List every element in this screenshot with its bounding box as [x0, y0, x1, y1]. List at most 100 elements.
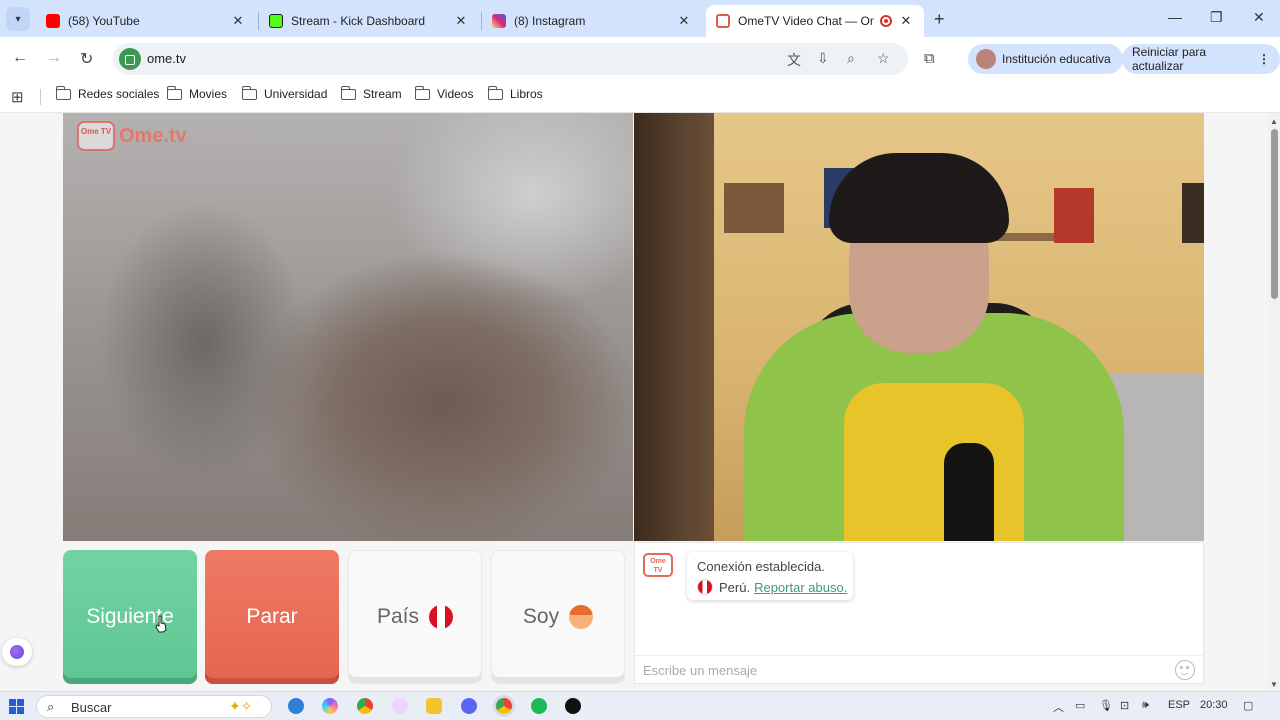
tab-title: (8) Instagram [514, 14, 586, 28]
bookmark-folder[interactable]: Stream [340, 85, 402, 101]
scroll-down-icon[interactable]: ▼ [1270, 680, 1278, 689]
tv-logo-icon: Ome TV [77, 121, 115, 151]
close-icon[interactable]: ✕ [676, 13, 692, 29]
copilot-icon[interactable] [322, 698, 338, 714]
tab-ometv[interactable]: OmeTV Video Chat — Ome ✕ [706, 5, 924, 37]
forward-button[interactable]: → [46, 49, 62, 67]
report-abuse-link[interactable]: Reportar abuso. [754, 580, 847, 595]
bookmark-folder[interactable]: Videos [414, 85, 473, 101]
file-explorer-icon[interactable] [426, 698, 442, 714]
video-bg-wardrobe [634, 113, 714, 541]
scroll-thumb[interactable] [1271, 129, 1278, 299]
edge-icon[interactable] [288, 698, 304, 714]
tab-instagram[interactable]: (8) Instagram ✕ [482, 5, 702, 37]
install-app-icon[interactable]: ⇩ [817, 50, 829, 67]
window-close-button[interactable]: ✕ [1253, 9, 1265, 26]
url-text[interactable]: ome.tv [147, 51, 186, 66]
bookmark-label: Redes sociales [78, 87, 160, 101]
youtube-icon [46, 14, 60, 28]
close-icon[interactable]: ✕ [230, 13, 246, 29]
apps-grid-icon[interactable]: ⊞ [11, 88, 24, 106]
profile-chip[interactable]: Institución educativa [968, 44, 1123, 74]
bookmark-star-icon[interactable]: ☆ [877, 50, 890, 67]
back-button[interactable]: ← [12, 49, 28, 67]
hand-cursor-icon [155, 615, 167, 633]
maximize-button[interactable]: ❐ [1210, 9, 1223, 26]
bookmark-folder[interactable]: Universidad [241, 85, 328, 101]
spotify-icon[interactable] [531, 698, 547, 714]
extension-floating-button[interactable] [2, 638, 32, 666]
close-icon[interactable]: ✕ [453, 13, 469, 29]
stranger-video: Ome TV Ome.tv [63, 113, 633, 541]
video-person-hair [829, 153, 1009, 243]
reload-button[interactable]: ↻ [80, 49, 93, 69]
tab-kick[interactable]: Stream - Kick Dashboard ✕ [259, 5, 479, 37]
chrome-icon[interactable] [357, 698, 373, 714]
minimize-button[interactable]: — [1168, 9, 1182, 25]
obs-icon[interactable] [565, 698, 581, 714]
video-bg-frame [1182, 183, 1204, 243]
zoom-icon[interactable]: ⌕ [847, 50, 855, 67]
bookmark-folder[interactable]: Redes sociales [55, 85, 160, 101]
scroll-up-icon[interactable]: ▲ [1270, 117, 1278, 126]
gender-label: Soy [522, 605, 560, 628]
microphone-icon[interactable]: 🎙︎ [1099, 699, 1113, 712]
tab-strip: ▾ (58) YouTube ✕ Stream - Kick Dashboard… [0, 0, 1280, 37]
instagram-icon [492, 14, 506, 28]
taskbar-search[interactable]: ⌕ Buscar ✦✧ [36, 695, 272, 718]
windows-start-icon[interactable] [9, 699, 24, 714]
menu-dots-icon[interactable]: ⋮ [1258, 52, 1270, 66]
chat-input-bar [635, 655, 1203, 683]
app-icon[interactable] [392, 698, 408, 714]
address-bar[interactable]: ome.tv 文 ⇩ ⌕ ☆ [113, 43, 908, 75]
avatar [976, 49, 996, 69]
peru-flag-icon [429, 605, 454, 629]
search-placeholder: Buscar [71, 700, 112, 715]
volume-icon[interactable]: 🕪︎ [1142, 699, 1149, 712]
search-icon: ⌕ [47, 699, 55, 714]
connection-status: Conexión establecida. [697, 559, 825, 574]
tray-chevron-icon[interactable]: ︿ [1053, 699, 1064, 715]
bookmark-label: Movies [189, 87, 228, 101]
language-indicator[interactable]: ESP [1168, 699, 1190, 711]
profile-label: Institución educativa [1002, 52, 1111, 66]
brain-icon [10, 645, 24, 659]
update-button[interactable]: Reiniciar para actualizar ⋮ [1122, 44, 1280, 74]
page-scrollbar[interactable]: ▲ ▼ [1268, 113, 1280, 691]
bookmark-folder[interactable]: Movies [166, 85, 228, 101]
chrome-active-icon[interactable] [496, 698, 512, 714]
folder-icon [487, 85, 503, 100]
close-icon[interactable]: ✕ [898, 13, 914, 29]
battery-icon[interactable]: ▭ [1075, 699, 1085, 712]
bookmarks-bar: ⊞ Redes sociales Movies Universidad Stre… [0, 81, 1280, 113]
ometv-logo: Ome TV Ome.tv [77, 121, 187, 151]
tab-youtube[interactable]: (58) YouTube ✕ [36, 5, 256, 37]
copilot-sparkle-icon: ✦✧ [229, 698, 253, 714]
boy-avatar-icon [569, 605, 594, 629]
tab-title: OmeTV Video Chat — Ome [738, 14, 874, 28]
next-button[interactable]: Siguiente [63, 550, 197, 684]
gender-button[interactable]: Soy [491, 550, 625, 684]
ometv-icon [716, 14, 730, 28]
site-info-icon[interactable] [119, 48, 141, 70]
stop-button[interactable]: Parar [205, 550, 339, 684]
message-input[interactable] [643, 661, 1163, 679]
translate-icon[interactable]: 文 [787, 50, 801, 70]
discord-icon[interactable] [461, 698, 477, 714]
network-icon[interactable]: ⊡ [1120, 699, 1129, 712]
new-tab-button[interactable]: + [934, 9, 945, 30]
video-person-shell [844, 383, 1024, 541]
country-label: País [376, 605, 420, 628]
divider [40, 89, 41, 105]
extensions-icon[interactable]: ⧉ [924, 50, 935, 67]
tab-title: Stream - Kick Dashboard [291, 14, 426, 28]
bookmark-folder[interactable]: Libros [487, 85, 543, 101]
notifications-icon[interactable]: ▢ [1243, 699, 1253, 712]
update-label: Reiniciar para actualizar [1132, 45, 1207, 73]
tab-search-button[interactable]: ▾ [6, 7, 30, 31]
clock[interactable]: 20:30 [1200, 699, 1228, 711]
emoji-icon[interactable] [1175, 660, 1195, 680]
folder-icon [55, 85, 71, 100]
country-button[interactable]: País [348, 550, 482, 684]
bookmark-label: Universidad [264, 87, 328, 101]
